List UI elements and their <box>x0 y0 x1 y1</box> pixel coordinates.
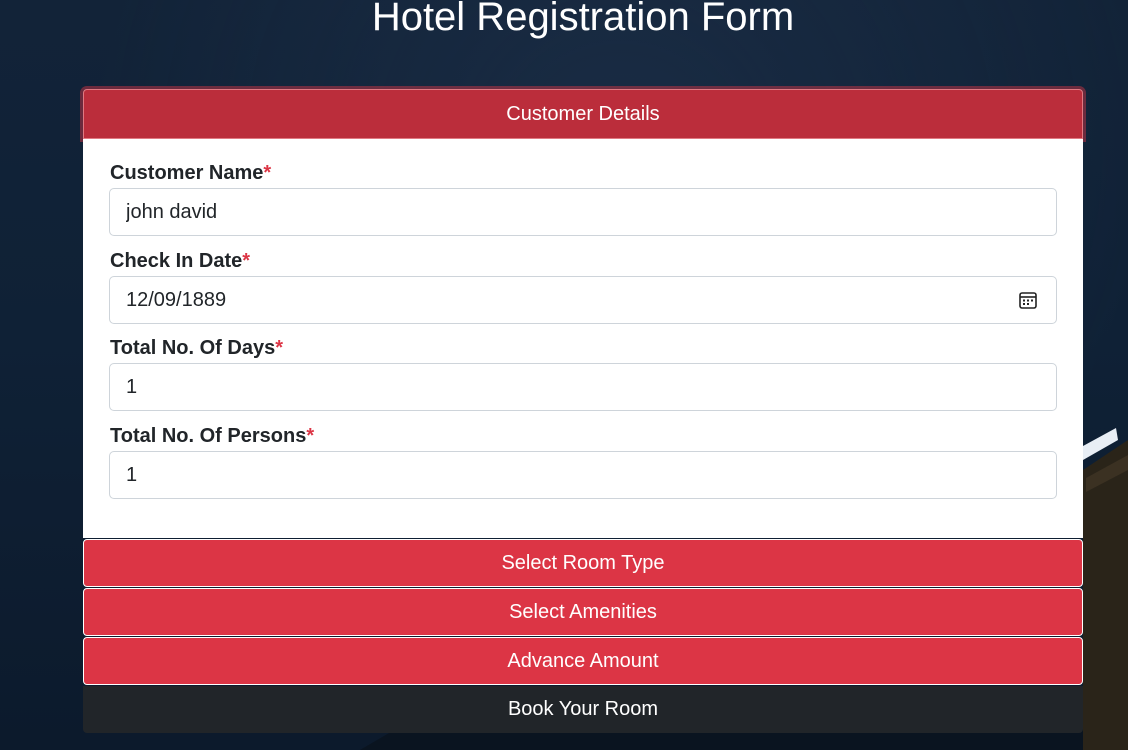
customer-name-label-text: Customer Name <box>110 162 264 184</box>
registration-form: Customer Details Customer Name* Check In… <box>83 89 1083 733</box>
page-title: Hotel Registration Form <box>371 0 795 39</box>
section-header-advance-amount[interactable]: Advance Amount <box>83 637 1083 685</box>
check-in-date-field <box>109 276 1057 324</box>
check-in-date-label-text: Check In Date <box>110 250 243 272</box>
required-marker: * <box>275 337 284 359</box>
customer-details-panel: Customer Name* Check In Date* Total No. … <box>83 139 1083 538</box>
section-header-label: Select Room Type <box>501 551 665 574</box>
total-days-label: Total No. Of Days* <box>110 336 283 360</box>
section-header-label: Customer Details <box>506 102 660 125</box>
section-header-room-type[interactable]: Select Room Type <box>83 539 1083 587</box>
section-header-label: Select Amenities <box>509 600 657 623</box>
total-days-input[interactable] <box>109 363 1057 411</box>
customer-name-input[interactable] <box>109 188 1057 236</box>
required-marker: * <box>242 250 251 272</box>
check-in-date-input[interactable] <box>109 276 1057 324</box>
calendar-icon[interactable] <box>1018 290 1038 310</box>
book-room-button[interactable]: Book Your Room <box>83 686 1083 733</box>
book-room-button-label: Book Your Room <box>507 698 659 720</box>
required-marker: * <box>263 162 272 184</box>
total-persons-label-text: Total No. Of Persons <box>110 425 307 447</box>
total-persons-label: Total No. Of Persons* <box>110 424 314 448</box>
customer-name-label: Customer Name* <box>110 161 271 185</box>
section-header-customer-details[interactable]: Customer Details <box>83 89 1083 139</box>
total-persons-input[interactable] <box>109 451 1057 499</box>
section-header-amenities[interactable]: Select Amenities <box>83 588 1083 636</box>
total-days-label-text: Total No. Of Days <box>110 337 276 359</box>
required-marker: * <box>306 425 315 447</box>
section-header-label: Advance Amount <box>507 649 659 672</box>
check-in-date-label: Check In Date* <box>110 249 250 273</box>
